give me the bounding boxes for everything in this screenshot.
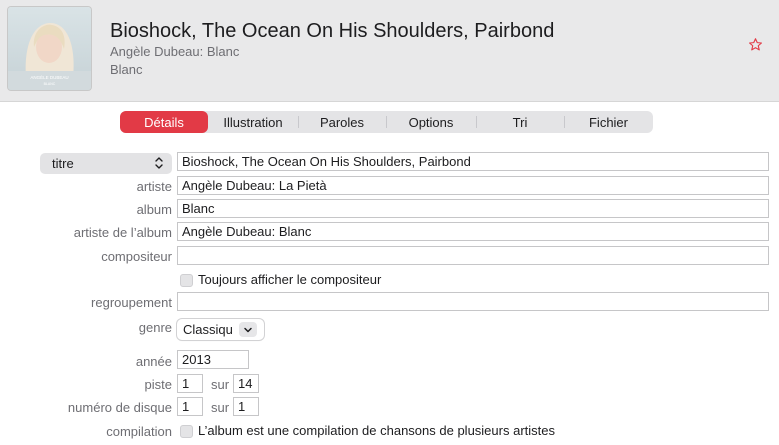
song-album: Blanc [110, 62, 143, 77]
disc-label: numéro de disque [67, 400, 172, 415]
show-composer-label: Toujours afficher le compositeur [198, 272, 382, 287]
track-of-label: sur [211, 377, 230, 392]
song-title: Bioshock, The Ocean On His Shoulders, Pa… [110, 20, 555, 42]
song-artist: Angèle Dubeau: Blanc [110, 44, 240, 59]
composer-label: compositeur [101, 249, 172, 264]
title-selector-label: titre [52, 156, 74, 171]
album-label: album [136, 202, 172, 217]
disc-number-input[interactable]: 1 [177, 397, 203, 416]
tab-details[interactable]: Détails [120, 111, 208, 133]
tab-sorting[interactable]: Tri [476, 111, 564, 133]
show-composer-checkbox[interactable] [180, 274, 193, 287]
tab-file[interactable]: Fichier [564, 111, 653, 133]
genre-value: Classiqu [183, 322, 233, 337]
artist-label: artiste [136, 179, 172, 194]
chevron-up-down-icon [154, 156, 164, 173]
svg-text:BLANC: BLANC [44, 82, 56, 86]
artist-input[interactable]: Angèle Dubeau: La Pietà [177, 176, 769, 195]
disc-of-label: sur [211, 400, 230, 415]
compilation-label: compilation [106, 424, 172, 439]
track-total-input[interactable]: 14 [233, 374, 259, 393]
album-artist-label: artiste de l’album [73, 225, 172, 240]
header: ANGÈLE DUBEAU BLANC Bioshock, The Ocean … [0, 0, 779, 102]
favorite-star-button[interactable] [745, 37, 765, 57]
title-field-selector[interactable]: titre [40, 153, 172, 174]
genre-label: genre [138, 320, 172, 335]
tab-bar: Détails Illustration Paroles Options Tri… [120, 111, 653, 133]
star-icon [748, 37, 763, 57]
disc-total-input[interactable]: 1 [233, 397, 259, 416]
album-artwork: ANGÈLE DUBEAU BLANC [8, 7, 91, 90]
tab-artwork[interactable]: Illustration [208, 111, 298, 133]
track-label: piste [144, 377, 172, 392]
album-input[interactable]: Blanc [177, 199, 769, 218]
grouping-label: regroupement [91, 295, 172, 310]
svg-text:ANGÈLE DUBEAU: ANGÈLE DUBEAU [30, 74, 68, 80]
composer-input[interactable] [177, 246, 769, 265]
tab-options[interactable]: Options [386, 111, 476, 133]
compilation-text: L’album est une compilation de chansons … [198, 423, 555, 438]
compilation-checkbox[interactable] [180, 425, 193, 438]
grouping-input[interactable] [177, 292, 769, 311]
album-artist-input[interactable]: Angèle Dubeau: Blanc [177, 222, 769, 241]
year-input[interactable]: 2013 [177, 350, 249, 369]
genre-select[interactable]: Classiqu [177, 319, 264, 340]
chevron-down-icon [239, 322, 257, 337]
tab-lyrics[interactable]: Paroles [298, 111, 386, 133]
title-input[interactable]: Bioshock, The Ocean On His Shoulders, Pa… [177, 152, 769, 171]
track-number-input[interactable]: 1 [177, 374, 203, 393]
year-label: année [135, 354, 172, 369]
